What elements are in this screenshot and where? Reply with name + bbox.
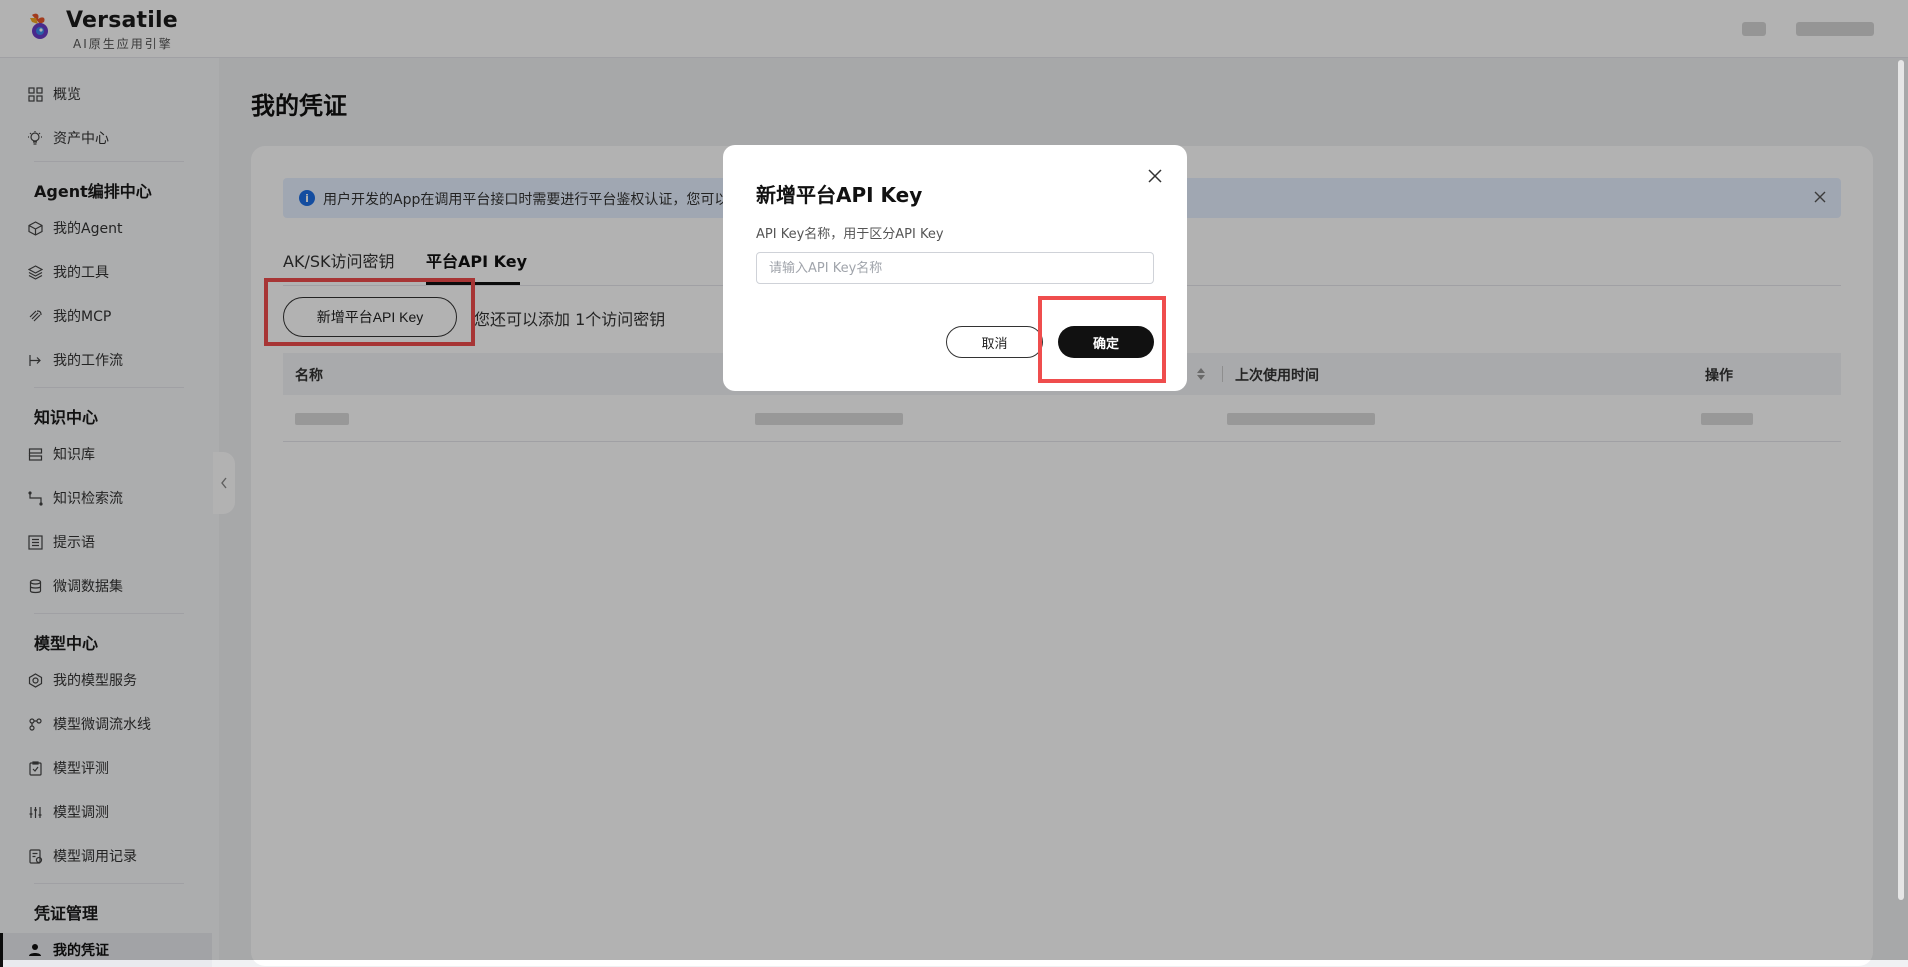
api-key-name-label: API Key名称，用于区分API Key: [756, 227, 944, 242]
api-key-name-input[interactable]: [756, 252, 1154, 284]
page-scrollbar[interactable]: [1898, 60, 1904, 900]
close-icon[interactable]: [1146, 167, 1164, 185]
cancel-button[interactable]: 取消: [946, 326, 1043, 358]
highlight-box: [1038, 296, 1166, 383]
modal-title: 新增平台API Key: [756, 183, 923, 207]
modal-overlay[interactable]: [0, 0, 1908, 960]
